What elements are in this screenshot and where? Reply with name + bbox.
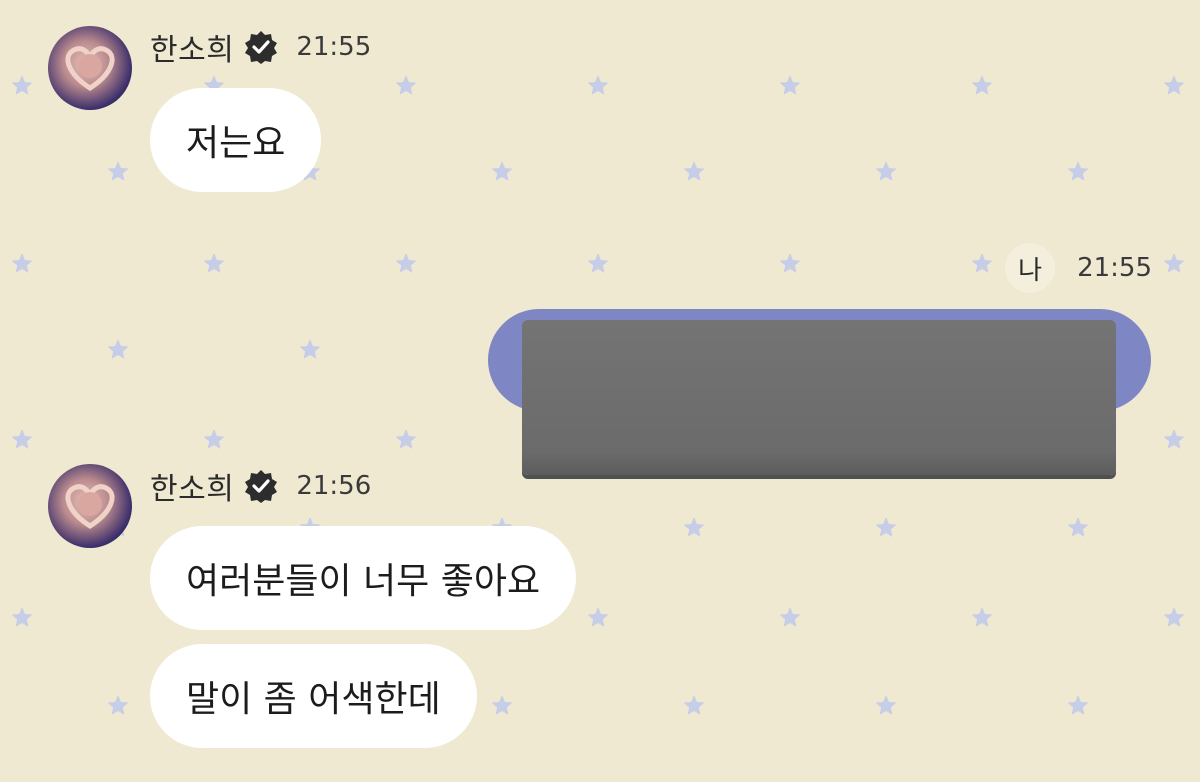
verified-check-icon: [245, 31, 278, 64]
sender-name[interactable]: 한소희: [150, 464, 234, 508]
star-decoration: [395, 75, 417, 95]
star-decoration: [875, 161, 897, 181]
star-decoration: [1163, 429, 1185, 449]
star-decoration: [587, 607, 609, 627]
message-time: 21:56: [296, 471, 372, 501]
sender-header: 한소희 21:56: [150, 464, 372, 508]
redaction-block: [522, 320, 1116, 475]
star-decoration: [395, 253, 417, 273]
star-decoration: [779, 75, 801, 95]
star-decoration: [203, 253, 225, 273]
verified-check-icon: [245, 470, 278, 503]
star-decoration: [11, 607, 33, 627]
star-decoration: [875, 517, 897, 537]
star-decoration: [107, 695, 129, 715]
star-decoration: [1067, 695, 1089, 715]
message-time: 21:55: [296, 32, 372, 62]
star-decoration: [1163, 75, 1185, 95]
star-decoration: [107, 339, 129, 359]
star-decoration: [587, 75, 609, 95]
star-decoration: [203, 429, 225, 449]
message-text: 말이 좀 어색한데: [186, 679, 441, 720]
star-decoration: [779, 253, 801, 273]
star-decoration: [491, 695, 513, 715]
star-decoration: [683, 161, 705, 181]
message-text: 여러분들이 너무 좋아요: [186, 561, 541, 602]
star-decoration: [971, 607, 993, 627]
me-label: 나: [1005, 243, 1056, 293]
star-decoration: [11, 253, 33, 273]
star-decoration: [395, 429, 417, 449]
star-decoration: [11, 75, 33, 95]
message-time: 21:55: [1077, 253, 1152, 283]
star-decoration: [1163, 607, 1185, 627]
star-decoration: [1067, 161, 1089, 181]
sender-header: 한소희 21:55: [150, 25, 372, 69]
message-text: 저는요: [186, 123, 286, 164]
star-decoration: [1163, 253, 1185, 273]
star-decoration: [683, 695, 705, 715]
sender-avatar[interactable]: [48, 26, 132, 110]
message-bubble[interactable]: 저는요: [150, 88, 322, 192]
star-decoration: [971, 75, 993, 95]
star-decoration: [1067, 517, 1089, 537]
sender-name[interactable]: 한소희: [150, 25, 234, 69]
star-decoration: [971, 253, 993, 273]
star-decoration: [683, 517, 705, 537]
star-decoration: [107, 161, 129, 181]
star-decoration: [587, 253, 609, 273]
star-decoration: [779, 607, 801, 627]
message-bubble[interactable]: 말이 좀 어색한데: [150, 644, 477, 748]
star-decoration: [299, 339, 321, 359]
star-decoration: [875, 695, 897, 715]
message-bubble[interactable]: 여러분들이 너무 좋아요: [150, 526, 577, 630]
star-decoration: [491, 161, 513, 181]
sender-avatar[interactable]: [48, 464, 132, 548]
star-decoration: [11, 429, 33, 449]
my-message-header: 나 21:55: [1005, 243, 1152, 293]
